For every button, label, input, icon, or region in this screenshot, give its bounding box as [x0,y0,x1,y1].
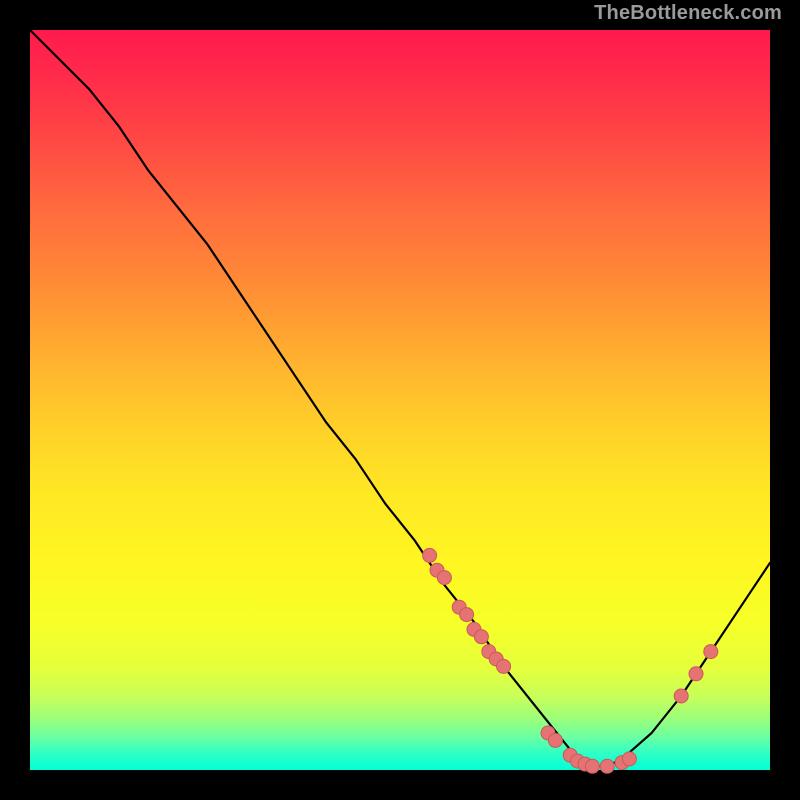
data-point-p22 [704,645,718,659]
plot-area [30,30,770,770]
data-point-p3 [437,571,451,585]
chart-overlay [30,30,770,770]
data-points-group [423,548,718,773]
data-point-p19 [622,752,636,766]
data-point-p17 [600,759,614,773]
data-point-p7 [474,630,488,644]
data-point-p1 [423,548,437,562]
data-point-p21 [689,667,703,681]
data-point-p5 [460,608,474,622]
data-point-p12 [548,733,562,747]
chart-frame: TheBottleneck.com [0,0,800,800]
attribution-label: TheBottleneck.com [594,2,782,25]
data-point-p16 [585,759,599,773]
data-point-p20 [674,689,688,703]
bottleneck-curve [30,30,770,766]
data-point-p10 [497,659,511,673]
